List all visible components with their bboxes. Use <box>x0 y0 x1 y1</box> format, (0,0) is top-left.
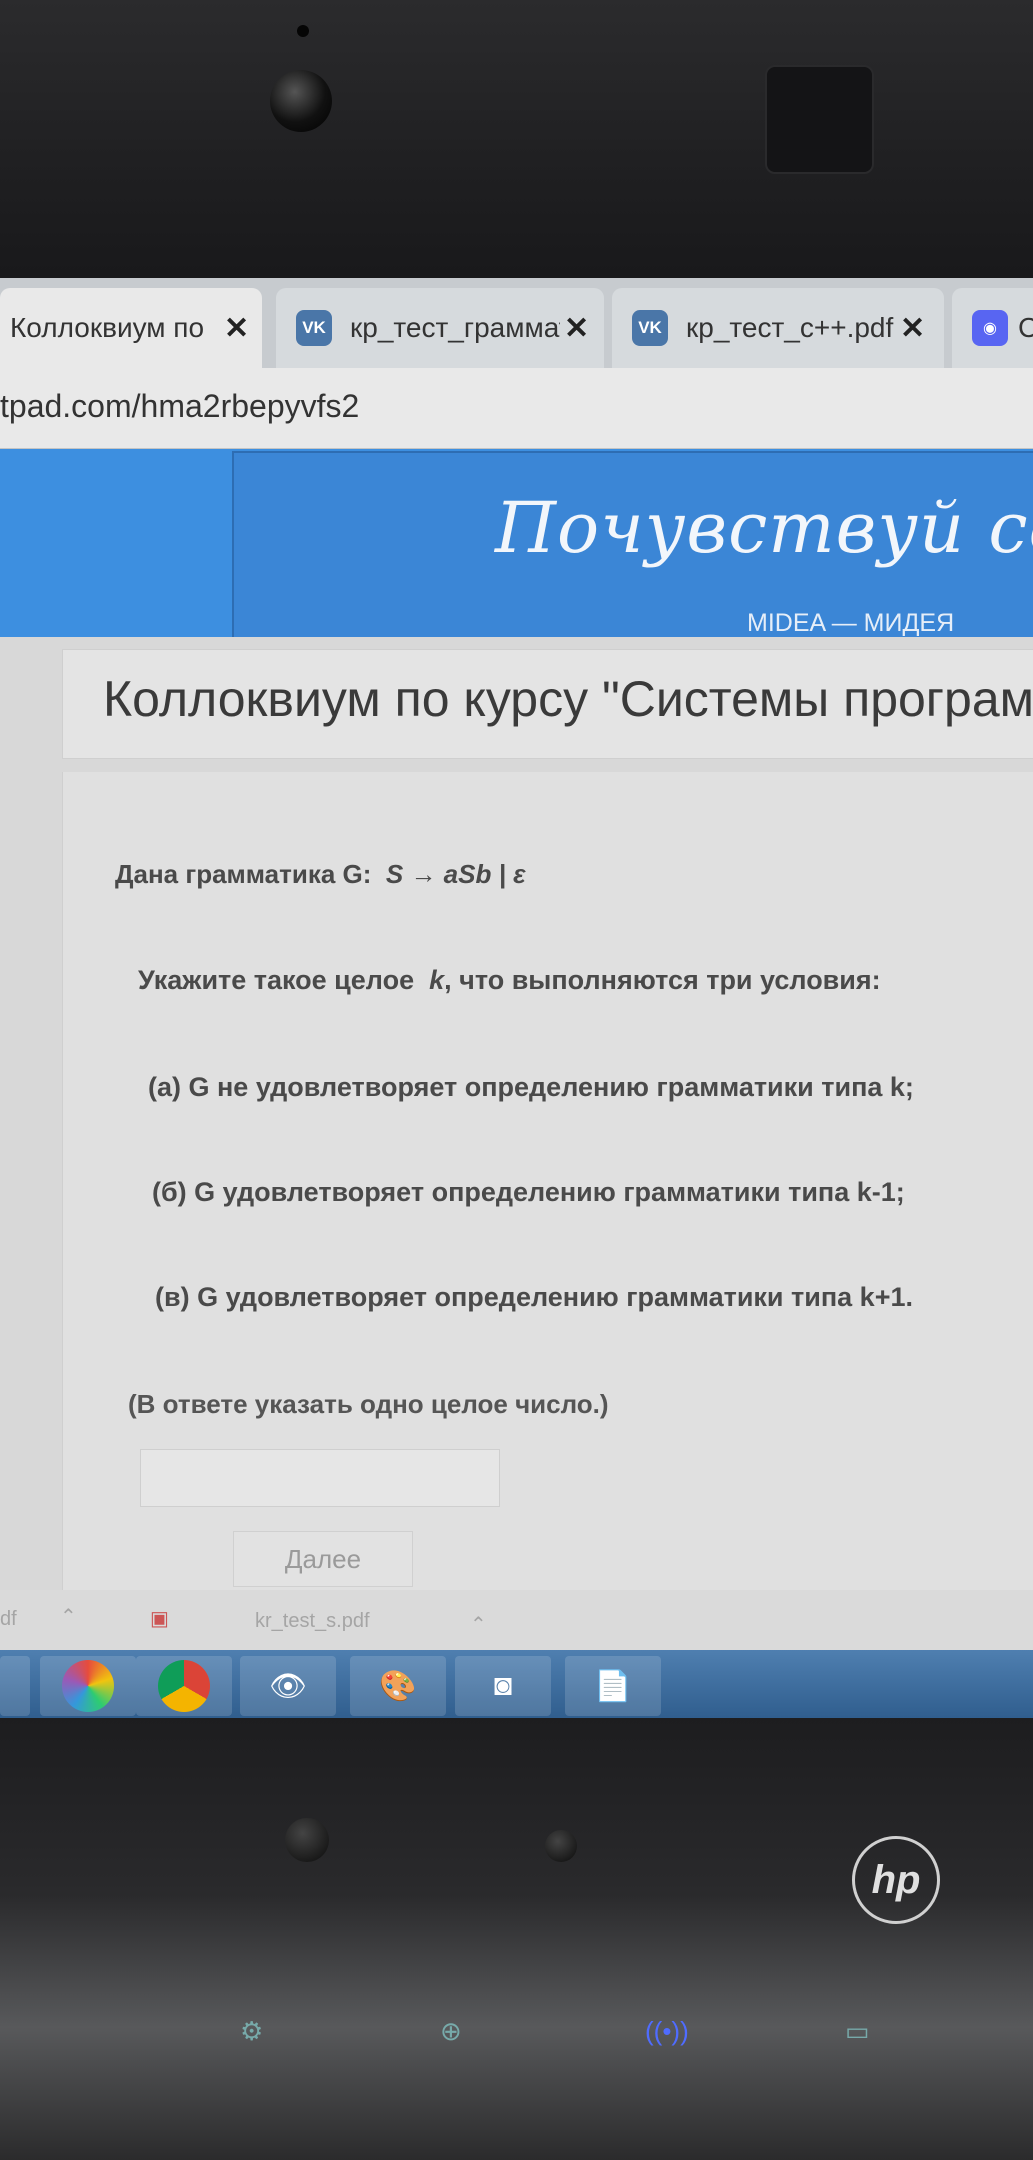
hinge-bolt-left <box>285 1818 329 1862</box>
light-sensor <box>765 65 874 174</box>
site-header: Почувствуй себе MIDEA — МИДЕЯ <box>0 449 1033 643</box>
grammar-line: Дана грамматика G: S → aSb | ε <box>115 859 526 890</box>
quiz-page: Коллоквиум по курсу "Системы програм Дан… <box>0 637 1033 1718</box>
taskbar-edge[interactable] <box>0 1656 30 1716</box>
close-icon[interactable]: ✕ <box>224 311 249 346</box>
tab-discord[interactable]: ◉ С <box>952 288 1033 368</box>
answer-input[interactable] <box>140 1449 500 1507</box>
download-item-2[interactable]: kr_test_s.pdf <box>255 1610 370 1633</box>
chrome-icon[interactable] <box>136 1656 232 1716</box>
instruction-k: k <box>429 965 445 995</box>
tab-label: кр_тест_граммати <box>350 312 560 343</box>
camera-dot <box>297 25 309 37</box>
pdf-file-icon: ▣ <box>150 1608 169 1630</box>
hp-logo: hp <box>852 1836 940 1924</box>
vk-icon: VK <box>632 310 668 346</box>
grammar-prefix: Дана грамматика G: <box>115 859 372 889</box>
tab-kr-test-grammatika[interactable]: VK кр_тест_граммати ✕ <box>276 288 604 368</box>
monitor-status-icon: ▭ <box>845 2016 870 2046</box>
instruction-text-a: Укажите такое целое <box>138 965 415 995</box>
tab-kollokvium[interactable]: Коллоквиум по ку ✕ <box>0 288 262 368</box>
condition-b: (б) G удовлетворяет определению граммати… <box>152 1177 905 1207</box>
photos-app-icon[interactable] <box>40 1656 136 1716</box>
drive-status-icon: ⚙ <box>240 2016 264 2046</box>
next-button[interactable]: Далее <box>233 1531 413 1587</box>
laptop-bezel-bottom: hp ⚙ ⊕ ((•)) ▭ <box>0 1718 1033 2160</box>
question-panel <box>62 772 1033 1718</box>
paint-icon[interactable]: 🎨 <box>350 1656 446 1716</box>
answer-note: (В ответе указать одно целое число.) <box>128 1389 609 1419</box>
chevron-up-icon[interactable]: ⌃ <box>470 1612 487 1637</box>
tab-label: Коллоквиум по ку <box>10 312 210 343</box>
title-box: Коллоквиум по курсу "Системы програм <box>62 649 1033 759</box>
tab-label: кр_тест_с++.pdf <box>686 312 894 343</box>
banner-script-text: Почувствуй себе <box>495 487 1033 569</box>
close-icon[interactable]: ✕ <box>564 311 589 346</box>
download-item-1[interactable]: df <box>0 1608 17 1631</box>
condition-a: (а) G не удовлетворяет определению грамм… <box>148 1072 914 1102</box>
instruction-line: Укажите такое целое k, что выполняются т… <box>138 965 881 996</box>
close-icon[interactable]: ✕ <box>900 311 925 346</box>
tab-label: С <box>1018 312 1033 343</box>
grammar-rule: S → aSb | ε <box>385 859 526 889</box>
vk-icon: VK <box>296 310 332 346</box>
hinge-bolt-right <box>545 1830 577 1862</box>
url-text[interactable]: tpad.com/hma2rbepyvfs2 <box>0 388 359 425</box>
discord-icon: ◉ <box>972 310 1008 346</box>
laptop-screen: Коллоквиум по ку ✕ VK кр_тест_граммати ✕… <box>0 278 1033 1718</box>
browser-tab-bar: Коллоквиум по ку ✕ VK кр_тест_граммати ✕… <box>0 278 1033 368</box>
page-title: Коллоквиум по курсу "Системы програм <box>103 671 1033 727</box>
banner-subtitle: MIDEA — МИДЕЯ <box>747 609 955 637</box>
tab-kr-test-cpp[interactable]: VK кр_тест_с++.pdf ✕ <box>612 288 944 368</box>
wifi-status-icon: ((•)) <box>645 2016 689 2046</box>
address-bar[interactable]: tpad.com/hma2rbepyvfs2 <box>0 368 1033 449</box>
instruction-text-b: , что выполняются три условия: <box>444 965 881 995</box>
windows-taskbar: 👁 🎨 ◙ 📄 <box>0 1650 1033 1718</box>
webcam <box>270 70 332 132</box>
condition-c: (в) G удовлетворяет определению граммати… <box>155 1282 913 1312</box>
globe-status-icon: ⊕ <box>440 2016 462 2046</box>
chevron-up-icon[interactable]: ⌃ <box>60 1604 77 1629</box>
downloads-bar: df ⌃ ▣ kr_test_s.pdf ⌃ <box>0 1590 1033 1650</box>
eye-app-icon[interactable]: 👁 <box>240 1656 336 1716</box>
laptop-bezel-top <box>0 0 1033 290</box>
pdf-reader-icon[interactable]: 📄 <box>565 1656 661 1716</box>
discord-taskbar-icon[interactable]: ◙ <box>455 1656 551 1716</box>
